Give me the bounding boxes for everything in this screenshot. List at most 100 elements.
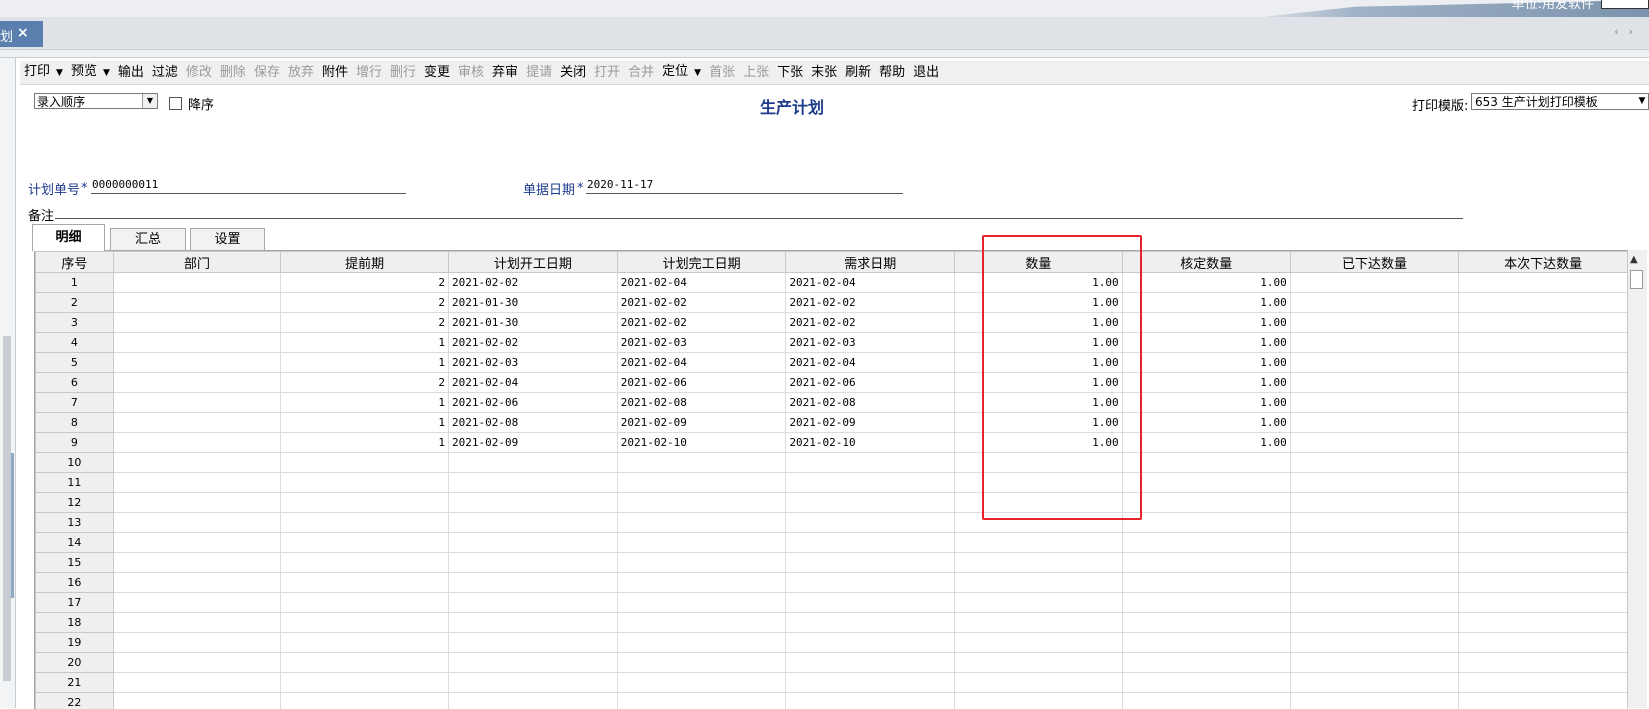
table-cell[interactable] [448, 553, 617, 573]
table-cell[interactable] [448, 533, 617, 553]
table-row[interactable]: 12 [36, 493, 1628, 513]
table-cell[interactable] [955, 613, 1123, 633]
table-cell[interactable]: 1.00 [955, 273, 1123, 293]
table-cell[interactable] [1459, 373, 1628, 393]
table-cell[interactable] [1459, 653, 1628, 673]
table-cell[interactable] [448, 633, 617, 653]
table-cell[interactable] [786, 653, 955, 673]
table-cell[interactable]: 1.00 [955, 353, 1123, 373]
table-cell[interactable]: 2021-02-02 [448, 333, 617, 353]
descending-checkbox[interactable] [169, 97, 182, 110]
table-row[interactable]: 19 [36, 633, 1628, 653]
table-cell[interactable] [281, 573, 449, 593]
table-cell[interactable] [617, 673, 786, 693]
table-cell[interactable] [955, 513, 1123, 533]
table-cell[interactable] [1290, 373, 1458, 393]
table-cell[interactable] [113, 473, 280, 493]
table-cell[interactable] [1290, 513, 1458, 533]
table-cell[interactable]: 2021-02-03 [786, 333, 955, 353]
table-cell[interactable]: 1.00 [955, 433, 1123, 453]
table-cell[interactable]: 2021-02-04 [786, 353, 955, 373]
table-cell[interactable] [448, 473, 617, 493]
table-cell[interactable]: 2021-02-09 [448, 433, 617, 453]
table-cell[interactable] [281, 673, 449, 693]
table-cell[interactable] [786, 613, 955, 633]
table-cell[interactable] [113, 313, 280, 333]
table-cell[interactable] [113, 433, 280, 453]
table-cell[interactable] [955, 493, 1123, 513]
table-cell[interactable] [617, 533, 786, 553]
document-tab[interactable]: 划 × [0, 21, 43, 47]
table-cell[interactable] [1459, 353, 1628, 373]
table-cell[interactable] [955, 653, 1123, 673]
table-cell[interactable]: 1.00 [955, 393, 1123, 413]
table-cell[interactable] [955, 473, 1123, 493]
table-cell[interactable] [955, 453, 1123, 473]
table-cell[interactable] [1290, 553, 1458, 573]
table-cell[interactable] [1290, 273, 1458, 293]
table-cell[interactable] [1459, 273, 1628, 293]
table-row[interactable]: 622021-02-042021-02-062021-02-061.001.00 [36, 373, 1628, 393]
table-cell[interactable] [1122, 453, 1290, 473]
column-header[interactable]: 已下达数量 [1290, 252, 1458, 273]
table-cell[interactable] [448, 673, 617, 693]
table-cell[interactable] [1122, 673, 1290, 693]
table-cell[interactable]: 2021-02-02 [617, 293, 786, 313]
table-cell[interactable]: 1.00 [1122, 373, 1290, 393]
toolbar-button-4[interactable]: 修改 [182, 61, 216, 84]
table-cell[interactable] [448, 573, 617, 593]
table-cell[interactable] [786, 493, 955, 513]
table-cell[interactable] [281, 553, 449, 573]
table-cell[interactable] [1122, 613, 1290, 633]
table-cell[interactable]: 2021-02-10 [786, 433, 955, 453]
toolbar-button-12[interactable]: 审核 [454, 61, 488, 84]
table-cell[interactable] [1290, 533, 1458, 553]
toolbar-button-7[interactable]: 放弃 [284, 61, 318, 84]
toolbar-button-0[interactable]: 打印▼ [20, 60, 67, 85]
chevron-down-icon[interactable]: ▼ [142, 94, 157, 108]
table-row[interactable]: 22 [36, 693, 1628, 709]
table-cell[interactable] [281, 693, 449, 709]
table-cell[interactable] [1459, 613, 1628, 633]
table-cell[interactable] [1459, 553, 1628, 573]
table-cell[interactable] [1122, 633, 1290, 653]
table-cell[interactable]: 1.00 [1122, 333, 1290, 353]
chevron-left-icon[interactable]: ‹ [1614, 25, 1628, 38]
table-cell[interactable] [617, 653, 786, 673]
remark-input[interactable] [55, 218, 1463, 219]
table-cell[interactable] [448, 453, 617, 473]
table-cell[interactable]: 2021-02-03 [448, 353, 617, 373]
close-icon[interactable]: × [17, 25, 29, 41]
table-cell[interactable] [281, 453, 449, 473]
table-cell[interactable] [1122, 593, 1290, 613]
table-cell[interactable] [1459, 293, 1628, 313]
chevron-down-icon[interactable]: ▼ [103, 68, 110, 78]
table-cell[interactable] [1290, 333, 1458, 353]
table-cell[interactable] [786, 553, 955, 573]
toolbar-button-6[interactable]: 保存 [250, 61, 284, 84]
table-cell[interactable] [113, 593, 280, 613]
toolbar-button-2[interactable]: 输出 [114, 61, 148, 84]
table-cell[interactable] [1459, 473, 1628, 493]
column-header[interactable]: 提前期 [281, 252, 449, 273]
toolbar-button-18[interactable]: 定位▼ [658, 60, 705, 85]
table-cell[interactable] [1290, 473, 1458, 493]
table-cell[interactable]: 2021-02-04 [617, 353, 786, 373]
table-cell[interactable] [955, 573, 1123, 593]
toolbar-button-11[interactable]: 变更 [420, 61, 454, 84]
table-cell[interactable] [1290, 353, 1458, 373]
toolbar-button-14[interactable]: 提请 [522, 61, 556, 84]
table-cell[interactable] [1459, 333, 1628, 353]
table-cell[interactable] [281, 473, 449, 493]
table-cell[interactable] [281, 493, 449, 513]
table-cell[interactable] [1459, 393, 1628, 413]
table-row[interactable]: 812021-02-082021-02-092021-02-091.001.00 [36, 413, 1628, 433]
chevron-down-icon[interactable]: ▼ [56, 68, 63, 78]
table-cell[interactable] [281, 533, 449, 553]
toolbar-button-1[interactable]: 预览▼ [67, 60, 114, 85]
table-cell[interactable] [1459, 453, 1628, 473]
table-cell[interactable]: 2021-02-02 [617, 313, 786, 333]
table-cell[interactable] [1122, 693, 1290, 709]
table-cell[interactable]: 2 [281, 313, 449, 333]
tab-summary[interactable]: 汇总 [110, 228, 186, 250]
